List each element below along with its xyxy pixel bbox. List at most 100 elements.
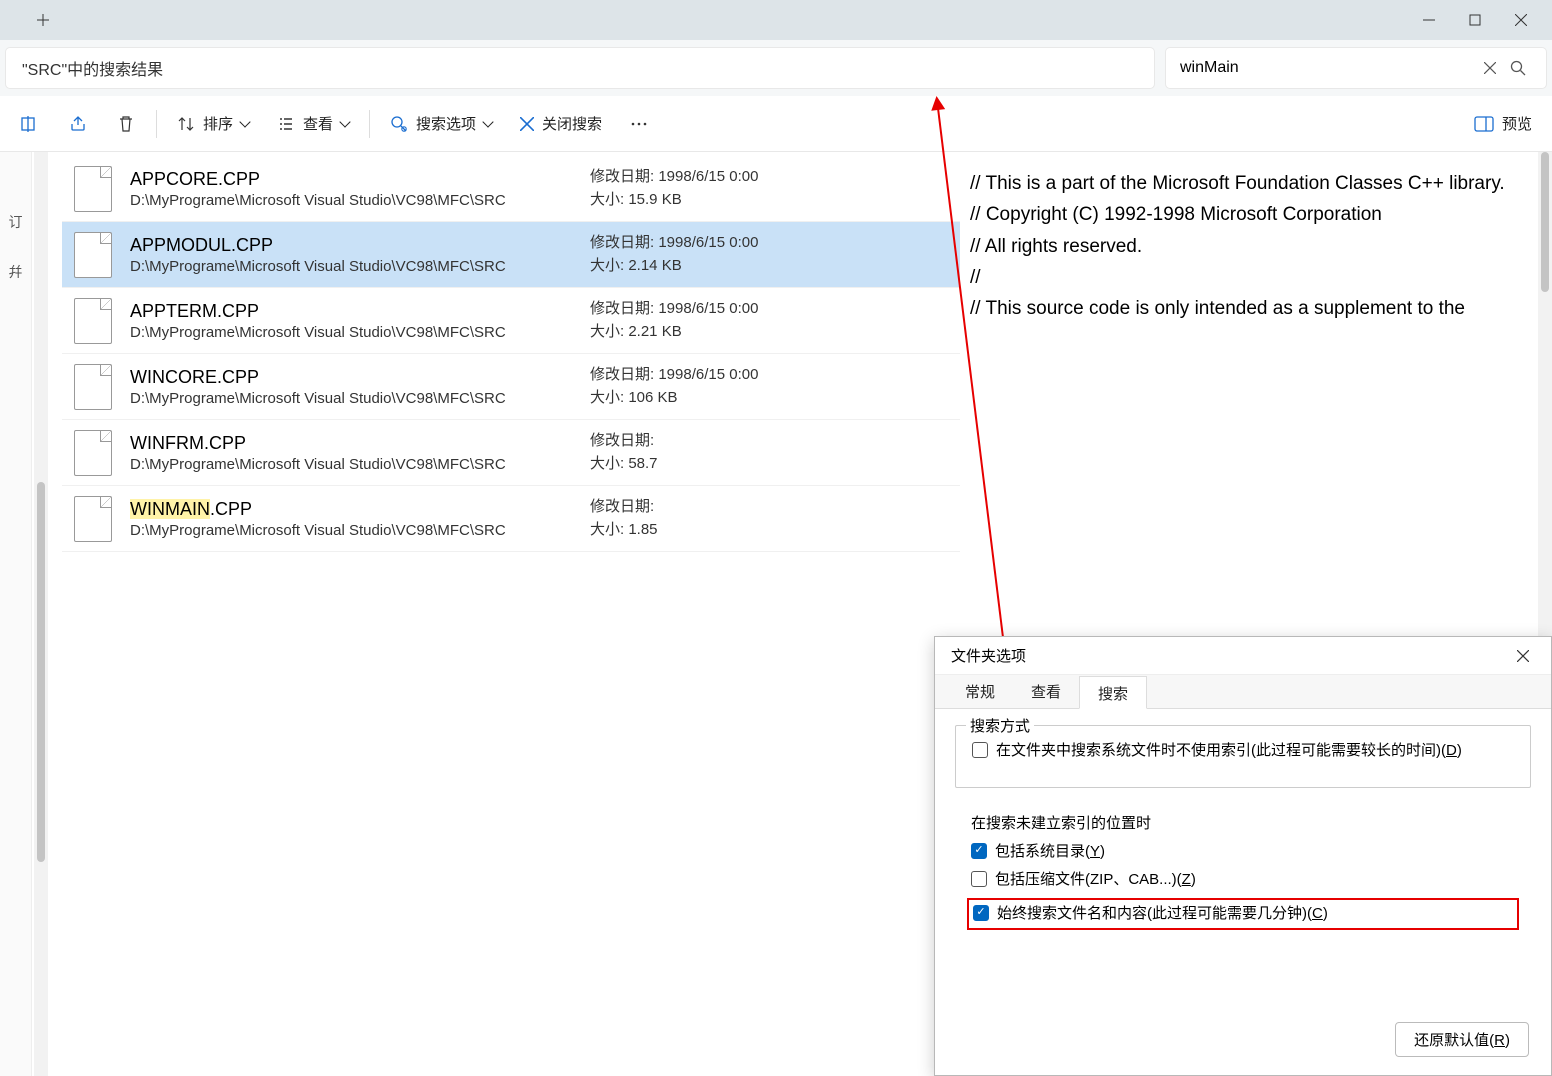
toolbar: 排序 查看 搜索选项 关闭搜索 预览 (0, 96, 1552, 152)
trash-icon (116, 114, 136, 134)
tab-view[interactable]: 查看 (1013, 675, 1079, 708)
dialog-close-button[interactable] (1507, 642, 1539, 670)
group-title: 在搜索未建立索引的位置时 (971, 812, 1515, 833)
file-name: APPMODUL.CPP (130, 235, 590, 256)
sidebar-glyph: 幷 (9, 262, 23, 282)
file-icon (74, 232, 112, 278)
file-path: D:\MyPrograme\Microsoft Visual Studio\VC… (130, 390, 590, 407)
file-main: APPMODUL.CPP D:\MyPrograme\Microsoft Visu… (130, 235, 590, 275)
search-options-button[interactable]: 搜索选项 (378, 105, 504, 143)
close-icon (520, 117, 534, 131)
sort-icon (177, 115, 195, 133)
file-meta: 修改日期: 大小: 58.7 (590, 430, 658, 475)
titlebar (0, 0, 1552, 40)
preview-button[interactable]: 预览 (1462, 105, 1544, 143)
file-name: APPTERM.CPP (130, 301, 590, 322)
tab-search[interactable]: 搜索 (1079, 676, 1147, 709)
tab-general[interactable]: 常规 (947, 675, 1013, 708)
file-meta: 修改日期: 1998/6/15 0:00大小: 15.9 KB (590, 166, 758, 211)
minimize-button[interactable] (1406, 0, 1452, 40)
file-icon (74, 166, 112, 212)
checkbox-row-no-index[interactable]: 在文件夹中搜索系统文件时不使用索引(此过程可能需要较长的时间)(D) (972, 740, 1514, 763)
preview-line: // This source code is only intended as … (970, 293, 1536, 324)
folder-options-dialog: 文件夹选项 常规 查看 搜索 搜索方式 在文件夹中搜索系统文件时不使用索引(此过… (934, 636, 1552, 1076)
preview-line: // This is a part of the Microsoft Found… (970, 168, 1536, 199)
checkbox-unchecked[interactable] (972, 742, 988, 758)
results-list: APPCORE.CPP D:\MyPrograme\Microsoft Visua… (32, 152, 960, 1076)
file-meta: 修改日期: 1998/6/15 0:00大小: 2.14 KB (590, 232, 758, 277)
checkbox-label: 始终搜索文件名和内容(此过程可能需要几分钟)(C) (997, 903, 1328, 926)
new-tab-button[interactable] (20, 0, 66, 40)
file-main: WINMAIN.CPP D:\MyPrograme\Microsoft Visua… (130, 499, 590, 539)
file-path: D:\MyPrograme\Microsoft Visual Studio\VC… (130, 258, 590, 275)
view-button[interactable]: 查看 (265, 105, 361, 143)
address-box[interactable]: "SRC"中的搜索结果 (6, 48, 1154, 88)
search-options-label: 搜索选项 (416, 113, 476, 134)
close-button[interactable] (1498, 0, 1544, 40)
addressbar-row: "SRC"中的搜索结果 (0, 40, 1552, 96)
file-path: D:\MyPrograme\Microsoft Visual Studio\VC… (130, 522, 590, 539)
preview-label: 预览 (1502, 113, 1532, 134)
result-row[interactable]: APPCORE.CPP D:\MyPrograme\Microsoft Visua… (62, 156, 960, 222)
group-unindexed: 在搜索未建立索引的位置时 ✓ 包括系统目录(Y) 包括压缩文件(ZIP、CAB.… (955, 806, 1531, 951)
file-path: D:\MyPrograme\Microsoft Visual Studio\VC… (130, 192, 590, 209)
share-icon (68, 114, 88, 134)
more-button[interactable] (618, 105, 660, 143)
file-main: WINCORE.CPPD:\MyPrograme\Microsoft Visua… (130, 367, 590, 407)
checkbox-unchecked[interactable] (971, 871, 987, 887)
search-icon[interactable] (1504, 60, 1532, 76)
checkbox-checked[interactable]: ✓ (973, 905, 989, 921)
file-main: APPTERM.CPPD:\MyPrograme\Microsoft Visua… (130, 301, 590, 341)
result-row[interactable]: APPMODUL.CPP D:\MyPrograme\Microsoft Visu… (62, 222, 960, 288)
address-text: "SRC"中的搜索结果 (22, 56, 163, 80)
checkbox-label: 在文件夹中搜索系统文件时不使用索引(此过程可能需要较长的时间)(D) (996, 740, 1462, 763)
preview-line: // (970, 262, 1536, 293)
delete-button[interactable] (104, 105, 148, 143)
separator (369, 110, 370, 138)
file-name: WINMAIN.CPP (130, 499, 590, 520)
sidebar-glyph: 订 (9, 212, 23, 232)
file-main: APPCORE.CPP D:\MyPrograme\Microsoft Visua… (130, 169, 590, 209)
chevron-down-icon (239, 116, 250, 127)
checkbox-row-system-dirs[interactable]: ✓ 包括系统目录(Y) (971, 841, 1515, 864)
result-row[interactable]: APPTERM.CPPD:\MyPrograme\Microsoft Visua… (62, 288, 960, 354)
file-icon (74, 298, 112, 344)
file-meta: 修改日期: 1998/6/15 0:00大小: 106 KB (590, 364, 758, 409)
checkbox-row-compressed[interactable]: 包括压缩文件(ZIP、CAB...)(Z) (971, 869, 1515, 892)
result-row[interactable]: WINMAIN.CPP D:\MyPrograme\Microsoft Visua… (62, 486, 960, 552)
dialog-titlebar: 文件夹选项 (935, 637, 1551, 675)
restore-defaults-button[interactable]: 还原默认值(R) (1395, 1022, 1529, 1057)
checkbox-checked[interactable]: ✓ (971, 843, 987, 859)
file-main: WINFRM.CPPD:\MyPrograme\Microsoft Visual… (130, 433, 590, 473)
search-options-icon (390, 115, 408, 133)
group-search-mode: 搜索方式 在文件夹中搜索系统文件时不使用索引(此过程可能需要较长的时间)(D) (955, 725, 1531, 788)
maximize-button[interactable] (1452, 0, 1498, 40)
sort-button[interactable]: 排序 (165, 105, 261, 143)
close-search-label: 关闭搜索 (542, 113, 602, 134)
share-button[interactable] (56, 105, 100, 143)
file-meta: 修改日期: 大小: 1.85 (590, 496, 658, 541)
dialog-body: 搜索方式 在文件夹中搜索系统文件时不使用索引(此过程可能需要较长的时间)(D) … (935, 709, 1551, 984)
file-icon (74, 496, 112, 542)
rename-button[interactable] (8, 105, 52, 143)
sort-label: 排序 (203, 113, 233, 134)
preview-line: // All rights reserved. (970, 231, 1536, 262)
preview-line: // Copyright (C) 1992-1998 Microsoft Cor… (970, 199, 1536, 230)
result-row[interactable]: WINCORE.CPPD:\MyPrograme\Microsoft Visua… (62, 354, 960, 420)
dialog-tabs: 常规 查看 搜索 (935, 675, 1551, 709)
view-label: 查看 (303, 113, 333, 134)
search-box[interactable] (1166, 48, 1546, 88)
chevron-down-icon (482, 116, 493, 127)
rename-icon (20, 114, 40, 134)
highlighted-option: ✓ 始终搜索文件名和内容(此过程可能需要几分钟)(C) (967, 898, 1519, 931)
result-row[interactable]: WINFRM.CPPD:\MyPrograme\Microsoft Visual… (62, 420, 960, 486)
search-clear-button[interactable] (1476, 62, 1504, 74)
checkbox-row-always-search-content[interactable]: ✓ 始终搜索文件名和内容(此过程可能需要几分钟)(C) (973, 903, 1513, 926)
group-title: 搜索方式 (966, 715, 1034, 736)
close-search-button[interactable]: 关闭搜索 (508, 105, 614, 143)
view-icon (277, 115, 295, 133)
file-name: APPCORE.CPP (130, 169, 590, 190)
search-input[interactable] (1180, 59, 1476, 77)
file-icon (74, 430, 112, 476)
checkbox-label: 包括系统目录(Y) (995, 841, 1105, 864)
